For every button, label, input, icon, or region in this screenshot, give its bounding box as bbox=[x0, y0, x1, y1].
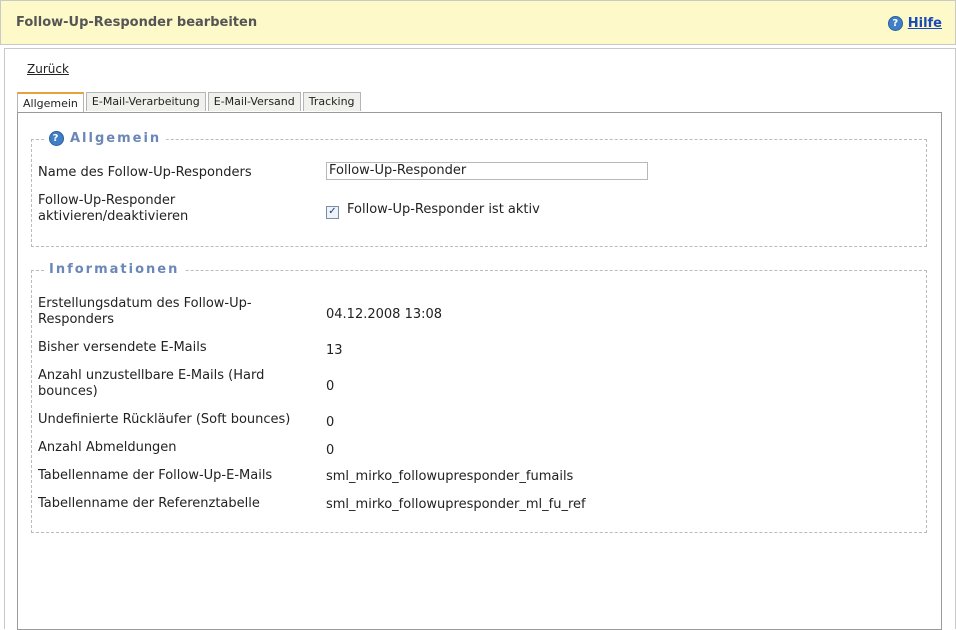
active-checkbox[interactable]: ✓ bbox=[326, 205, 339, 219]
info-value: 0 bbox=[326, 443, 335, 458]
tab-email-versand[interactable]: E-Mail-Versand bbox=[207, 92, 301, 111]
info-label: Bisher versendete E-Mails bbox=[38, 340, 207, 355]
help-link[interactable]: Hilfe bbox=[908, 16, 942, 31]
name-label: Name des Follow-Up-Responders bbox=[38, 165, 252, 180]
tab-tracking[interactable]: Tracking bbox=[302, 92, 361, 111]
info-fieldset: Informationen Erstellungsdatum des Follo… bbox=[31, 262, 927, 533]
active-checkbox-label: Follow-Up-Responder ist aktiv bbox=[347, 202, 540, 217]
name-input[interactable]: Follow-Up-Responder bbox=[326, 162, 648, 180]
info-label: Anzahl unzustellbare E-Mails (Hard bounc… bbox=[38, 368, 265, 399]
tab-allgemein[interactable]: Allgemein bbox=[17, 92, 84, 113]
info-value: 0 bbox=[326, 415, 335, 430]
active-label: Follow-Up-Responder aktivieren/deaktivie… bbox=[38, 193, 189, 224]
info-value: 0 bbox=[326, 379, 335, 394]
page-title: Follow-Up-Responder bearbeiten bbox=[16, 15, 258, 30]
general-legend-text: Allgemein bbox=[70, 131, 162, 146]
info-value: sml_mirko_followupresponder_fumails bbox=[326, 469, 574, 484]
content-area: Zurück Allgemein E-Mail-Verarbeitung E-M… bbox=[4, 48, 956, 630]
general-fieldset: ? Allgemein Name des Follow-Up-Responder… bbox=[31, 131, 927, 247]
help-area[interactable]: ? Hilfe bbox=[887, 16, 942, 31]
general-legend: ? Allgemein bbox=[44, 131, 167, 146]
info-label: Tabellenname der Follow-Up-E-Mails bbox=[38, 468, 273, 483]
info-label: Tabellenname der Referenztabelle bbox=[38, 496, 260, 511]
info-label: Undefinierte Rückläufer (Soft bounces) bbox=[38, 412, 291, 427]
active-checkbox-group[interactable]: ✓ Follow-Up-Responder ist aktiv bbox=[326, 202, 540, 219]
back-link[interactable]: Zurück bbox=[27, 62, 69, 76]
info-label: Erstellungsdatum des Follow-Up-Responder… bbox=[38, 296, 252, 327]
page-header: Follow-Up-Responder bearbeiten ? Hilfe bbox=[0, 0, 956, 45]
tab-email-verarbeitung[interactable]: E-Mail-Verarbeitung bbox=[85, 92, 206, 111]
info-value: 04.12.2008 13:08 bbox=[326, 307, 443, 322]
tab-bar: Allgemein E-Mail-Verarbeitung E-Mail-Ver… bbox=[17, 92, 361, 113]
help-icon[interactable]: ? bbox=[887, 16, 903, 31]
info-legend: Informationen bbox=[44, 262, 185, 277]
tab-panel: ? Allgemein Name des Follow-Up-Responder… bbox=[17, 112, 942, 630]
help-icon[interactable]: ? bbox=[49, 131, 64, 146]
info-value: 13 bbox=[326, 343, 343, 358]
info-label: Anzahl Abmeldungen bbox=[38, 440, 177, 455]
info-value: sml_mirko_followupresponder_ml_fu_ref bbox=[326, 497, 586, 512]
